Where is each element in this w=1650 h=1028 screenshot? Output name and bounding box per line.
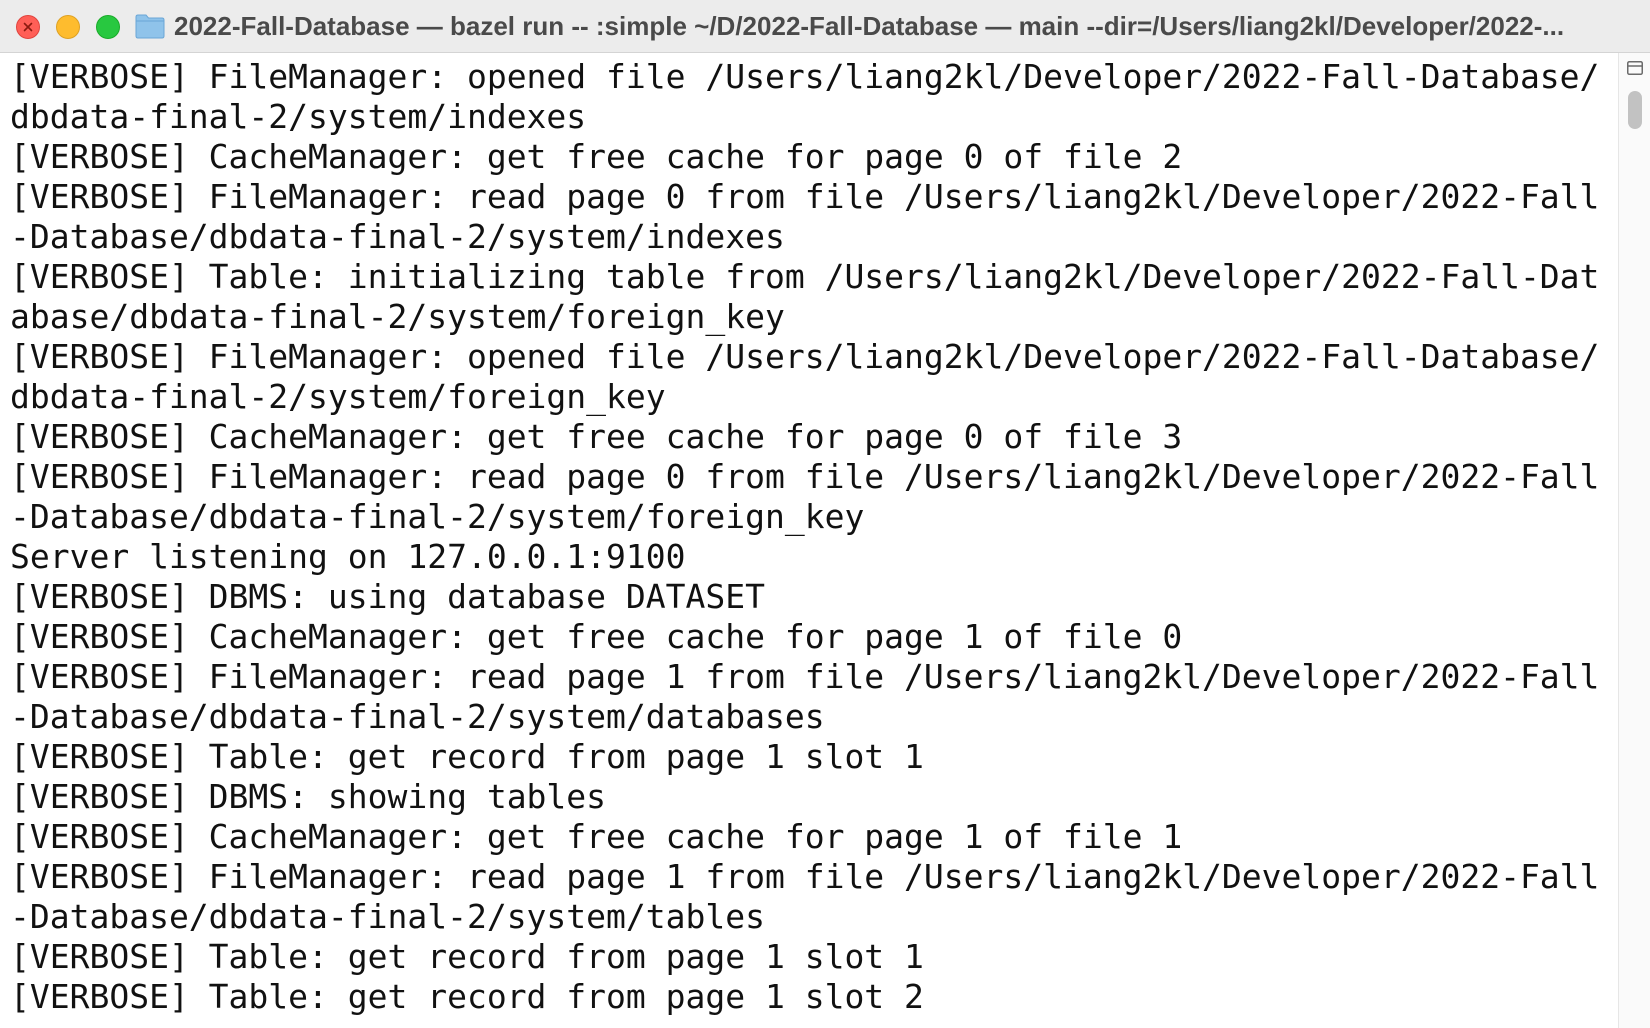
terminal-output[interactable]: [VERBOSE] FileManager: opened file /User… — [0, 53, 1618, 1028]
folder-icon — [135, 13, 165, 39]
terminal-line: [VERBOSE] FileManager: read page 0 from … — [10, 457, 1600, 496]
terminal-line: [VERBOSE] CacheManager: get free cache f… — [10, 137, 1183, 176]
terminal-line: -Database/dbdata-final-2/system/foreign_… — [10, 497, 865, 536]
terminal-line: [VERBOSE] DBMS: using database DATASET — [10, 577, 765, 616]
terminal-line: [VERBOSE] CacheManager: get free cache f… — [10, 417, 1183, 456]
terminal-line: [VERBOSE] CacheManager: get free cache f… — [10, 617, 1183, 656]
terminal-line: [VERBOSE] DBMS: showing tables — [10, 777, 607, 816]
terminal-line: [VERBOSE] FileManager: opened file /User… — [10, 57, 1600, 96]
terminal-line: [VERBOSE] Table: initializing table from… — [10, 257, 1600, 296]
terminal-line: -Database/dbdata-final-2/system/database… — [10, 697, 825, 736]
terminal-line: [VERBOSE] FileManager: read page 0 from … — [10, 177, 1600, 216]
terminal-line: abase/dbdata-final-2/system/foreign_key — [10, 297, 785, 336]
terminal-line: [VERBOSE] Table: get record from page 1 … — [10, 977, 924, 1016]
terminal-line: -Database/dbdata-final-2/system/tables — [10, 897, 765, 936]
scrollbar-thumb[interactable] — [1628, 91, 1642, 129]
zoom-button[interactable] — [96, 15, 120, 39]
minimize-button[interactable] — [56, 15, 80, 39]
terminal-line: -Database/dbdata-final-2/system/indexes — [10, 217, 785, 256]
terminal-line: [VERBOSE] FileManager: read page 1 from … — [10, 657, 1600, 696]
terminal-line: [VERBOSE] FileManager: read page 1 from … — [10, 857, 1600, 896]
close-button[interactable] — [16, 15, 40, 39]
terminal-line: Server listening on 127.0.0.1:9100 — [10, 537, 686, 576]
vertical-scrollbar[interactable] — [1618, 53, 1650, 1028]
terminal-line: [VERBOSE] CacheManager: get free cache f… — [10, 817, 1183, 856]
close-icon — [17, 16, 39, 38]
terminal-line: [VERBOSE] Table: get record from page 1 … — [10, 737, 924, 776]
terminal-window: 2022-Fall-Database — bazel run -- :simpl… — [0, 0, 1650, 1028]
terminal-line: dbdata-final-2/system/indexes — [10, 97, 587, 136]
title-bar[interactable]: 2022-Fall-Database — bazel run -- :simpl… — [0, 0, 1650, 53]
terminal-line: [VERBOSE] FileManager: opened file /User… — [10, 337, 1600, 376]
window-title: 2022-Fall-Database — bazel run -- :simpl… — [174, 11, 1565, 41]
terminal-line: dbdata-final-2/system/foreign_key — [10, 377, 666, 416]
terminal-line: [VERBOSE] Table: get record from page 1 … — [10, 937, 924, 976]
split-pane-icon[interactable] — [1627, 61, 1643, 75]
